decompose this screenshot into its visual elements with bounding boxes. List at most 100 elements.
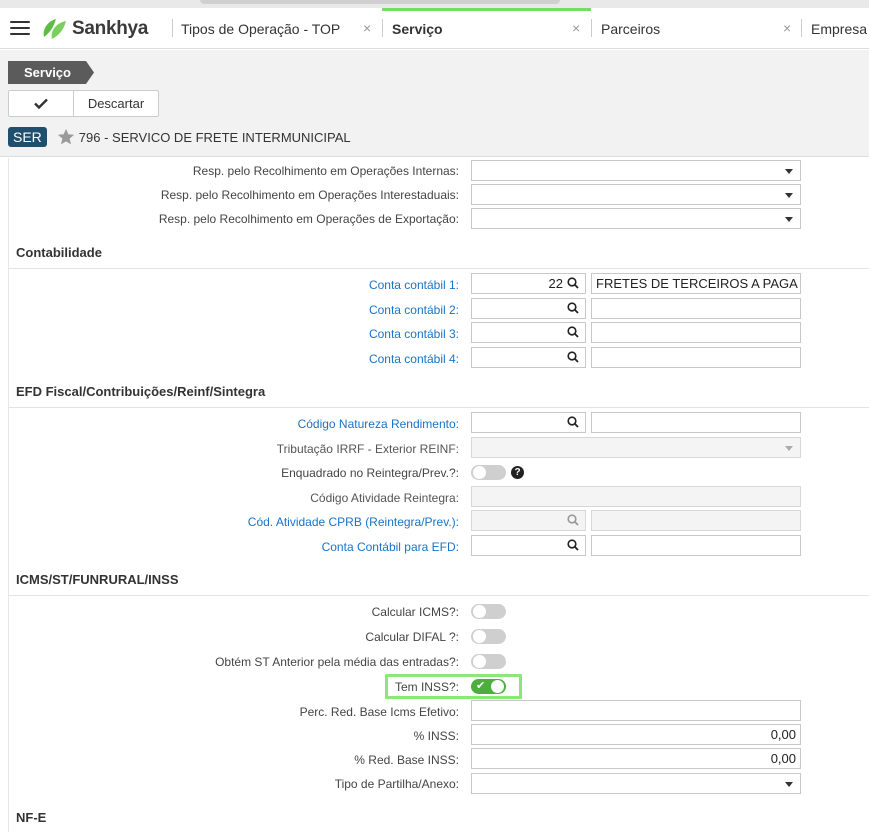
tributacao-irrf-select[interactable] [471, 437, 801, 458]
chevron-down-icon [785, 446, 793, 451]
tipo-partilha-label: Tipo de Partilha/Anexo: [334, 777, 459, 791]
section-contabilidade: Contabilidade [16, 245, 102, 260]
conta1-label[interactable]: Conta contábil 1: [369, 278, 459, 292]
resp-exportacao-label: Resp. pelo Recolhimento em Operações de … [158, 212, 459, 226]
reintegra-label: Enquadrado no Reintegra/Prev.?: [281, 466, 459, 480]
conta1-code-input[interactable]: 22 [471, 273, 586, 294]
st-anterior-label: Obtém ST Anterior pela média das entrada… [215, 655, 459, 669]
tab-parceiros[interactable]: Parceiros × [591, 8, 801, 49]
sankhya-leaf-icon [43, 19, 66, 39]
cod-atividade-reintegra-input[interactable] [471, 486, 801, 507]
conta2-code-input[interactable] [471, 298, 586, 319]
resp-interestaduais-label: Resp. pelo Recolhimento em Operações Int… [160, 188, 459, 202]
conta3-code-input[interactable] [471, 322, 586, 343]
conta4-label[interactable]: Conta contábil 4: [369, 352, 459, 366]
calc-difal-label: Calcular DIFAL ?: [365, 630, 459, 644]
search-icon[interactable] [567, 302, 579, 314]
form-left-border [8, 158, 9, 832]
form-header: Serviço Descartar SER 796 - SERVICO DE F… [0, 50, 869, 157]
reintegra-toggle[interactable] [471, 465, 506, 480]
help-icon[interactable]: ? [511, 466, 524, 479]
section-icms: ICMS/ST/FUNRURAL/INSS [16, 572, 179, 587]
conta4-code-input[interactable] [471, 347, 586, 368]
tipo-partilha-select[interactable] [471, 773, 801, 794]
perc-red-base-input[interactable] [471, 700, 801, 721]
tributacao-irrf-label: Tributação IRRF - Exterior REINF: [276, 442, 459, 456]
section-nfe: NF-E [16, 810, 47, 825]
chevron-down-icon [785, 217, 793, 222]
conta2-desc-input[interactable] [591, 298, 801, 319]
calc-difal-toggle[interactable] [471, 629, 506, 644]
tem-inss-label: Tem INSS?: [394, 680, 459, 694]
logo-text: Sankhya [72, 18, 149, 39]
red-base-inss-input[interactable]: 0,00 [471, 748, 801, 769]
cprb-label[interactable]: Cód. Atividade CPRB (Reintegra/Prev.): [248, 515, 459, 529]
tab-bar: Sankhya Tipos de Operação - TOP × Serviç… [0, 8, 869, 49]
search-icon[interactable] [567, 539, 579, 551]
calc-icms-toggle[interactable] [471, 604, 506, 619]
resp-internas-label: Resp. pelo Recolhimento em Operações Int… [192, 164, 459, 178]
sankhya-logo[interactable]: Sankhya [40, 16, 148, 42]
check-icon [34, 98, 48, 109]
conta3-label[interactable]: Conta contábil 3: [369, 327, 459, 341]
search-icon[interactable] [567, 277, 579, 289]
tab-ghost [200, 0, 560, 4]
red-base-inss-label: % Red. Base INSS: [354, 753, 459, 767]
perc-red-base-label: Perc. Red. Base Icms Efetivo: [299, 705, 459, 719]
inss-input[interactable]: 0,00 [471, 724, 801, 745]
window-top-strip [0, 0, 869, 8]
search-icon[interactable] [567, 326, 579, 338]
conta-efd-desc[interactable] [591, 535, 801, 556]
conta4-desc-input[interactable] [591, 347, 801, 368]
confirm-button[interactable] [9, 91, 74, 116]
st-anterior-toggle[interactable] [471, 654, 506, 669]
star-icon[interactable] [57, 128, 75, 146]
conta3-desc-input[interactable] [591, 322, 801, 343]
chevron-down-icon [785, 782, 793, 787]
tab-empresa[interactable]: Empresa [801, 8, 869, 49]
tab-label: Parceiros [601, 20, 661, 37]
section-divider [9, 595, 869, 596]
cprb-code-input[interactable] [471, 510, 586, 531]
tab-label: Serviço [392, 20, 443, 37]
conta-efd-input[interactable] [471, 535, 586, 556]
entity-badge: SER [8, 127, 47, 147]
cprb-desc-input[interactable] [591, 510, 801, 531]
resp-exportacao-select[interactable] [471, 208, 801, 229]
close-icon[interactable]: × [363, 20, 371, 36]
tab-label: Tipos de Operação - TOP [181, 20, 341, 37]
menu-icon[interactable] [10, 21, 30, 35]
natureza-rendimento-desc[interactable] [591, 412, 801, 433]
tab-label: Empresa [811, 20, 868, 37]
search-icon[interactable] [567, 514, 579, 526]
breadcrumb[interactable]: Serviço [8, 61, 94, 84]
resp-interestaduais-select[interactable] [471, 184, 801, 205]
calc-icms-label: Calcular ICMS?: [371, 605, 459, 619]
search-icon[interactable] [567, 416, 579, 428]
conta-efd-label[interactable]: Conta Contábil para EFD: [322, 540, 459, 554]
cod-atividade-reintegra-label: Código Atividade Reintegra: [310, 491, 459, 505]
conta1-desc-input[interactable]: FRETES DE TERCEIROS A PAGAR [591, 273, 801, 294]
natureza-rendimento-input[interactable] [471, 412, 586, 433]
tem-inss-toggle[interactable]: ✔ [471, 679, 506, 694]
tab-tipos-operacao[interactable]: Tipos de Operação - TOP × [172, 8, 382, 49]
section-divider [9, 407, 869, 408]
inss-value: 0,00 [770, 727, 796, 742]
close-icon[interactable]: × [783, 20, 791, 36]
tab-servico[interactable]: Serviço × [382, 8, 591, 49]
section-divider [9, 268, 869, 269]
close-icon[interactable]: × [572, 20, 580, 36]
discard-button[interactable]: Descartar [74, 91, 158, 116]
section-efd: EFD Fiscal/Contribuições/Reinf/Sintegra [16, 384, 266, 399]
record-title: 796 - SERVICO DE FRETE INTERMUNICIPAL [78, 129, 351, 145]
conta1-code-value: 22 [548, 276, 563, 291]
chevron-down-icon [785, 193, 793, 198]
conta2-label[interactable]: Conta contábil 2: [369, 303, 459, 317]
natureza-rendimento-label[interactable]: Código Natureza Rendimento: [298, 417, 459, 431]
red-base-inss-value: 0,00 [770, 751, 796, 766]
record-title-row: SER 796 - SERVICO DE FRETE INTERMUNICIPA… [8, 127, 351, 147]
resp-internas-select[interactable] [471, 160, 801, 181]
conta1-desc-value: FRETES DE TERCEIROS A PAGAR [596, 276, 798, 291]
inss-label: % INSS: [413, 729, 459, 743]
search-icon[interactable] [567, 351, 579, 363]
